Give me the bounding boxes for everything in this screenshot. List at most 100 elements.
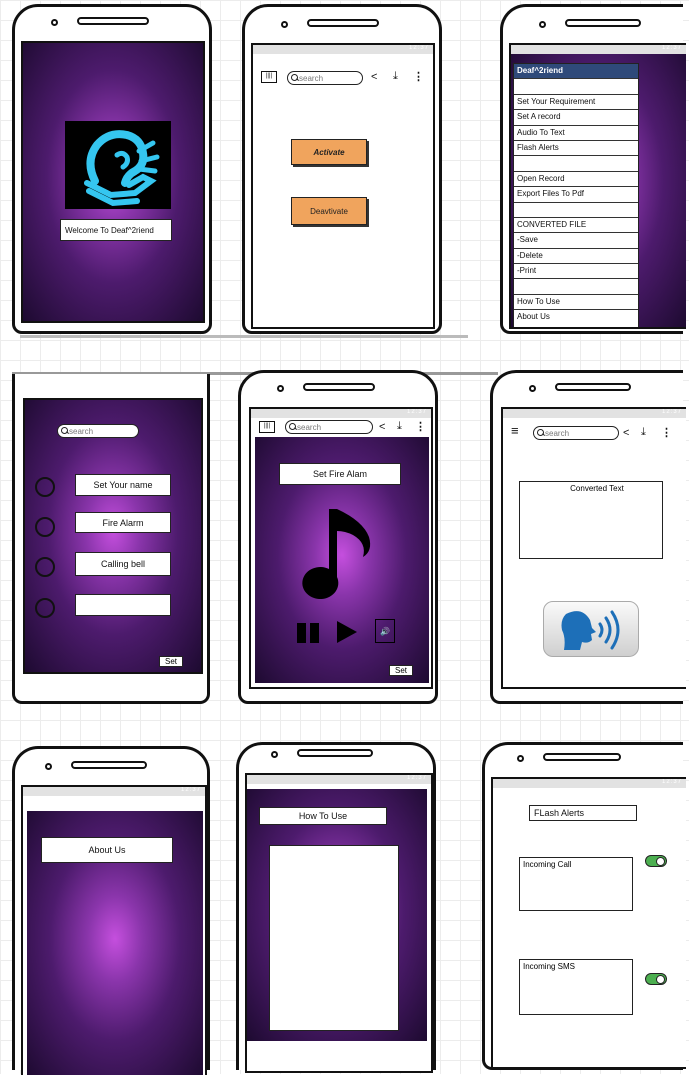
phone-sound-settings: search Set Your name Fire Alarm Calling … xyxy=(12,374,210,704)
camera-icon xyxy=(517,755,524,762)
incoming-sms-toggle[interactable] xyxy=(645,973,667,985)
status-bar: 12:37 xyxy=(493,779,686,788)
menu-item-how-to-use[interactable]: How To Use xyxy=(514,295,638,311)
search-icon xyxy=(537,429,544,436)
welcome-label: Welcome To Deaf^2riend xyxy=(60,219,172,241)
radio-calling-bell[interactable] xyxy=(35,557,55,577)
phone-about-us: 12:37 About Us xyxy=(12,746,210,1075)
about-panel: About Us xyxy=(27,811,203,1075)
menu-item-about-us[interactable]: About Us xyxy=(514,310,638,325)
status-bar: 12:37 xyxy=(511,45,686,54)
more-vert-icon[interactable]: ⋮ xyxy=(661,427,672,439)
option-set-name[interactable]: Set Your name xyxy=(75,474,171,496)
barcode-icon[interactable]: |||| xyxy=(261,71,277,83)
deactivate-button[interactable]: Deavtivate xyxy=(291,197,367,225)
drawer-header: Deaf^2riend xyxy=(514,64,638,80)
radio-fire-alarm[interactable] xyxy=(35,517,55,537)
search-icon xyxy=(61,427,68,434)
incoming-call-toggle[interactable] xyxy=(645,855,667,867)
option-fire-alarm[interactable]: Fire Alarm xyxy=(75,512,171,533)
drawer-spacer xyxy=(514,156,638,172)
share-icon[interactable]: < xyxy=(623,427,629,439)
phone-welcome: Welcome To Deaf^2riend xyxy=(12,4,212,334)
incoming-sms-box[interactable]: Incoming SMS xyxy=(519,959,633,1015)
activate-button[interactable]: Activate xyxy=(291,139,367,165)
share-icon[interactable]: < xyxy=(371,71,377,83)
drawer-spacer xyxy=(514,279,638,295)
radio-set-name[interactable] xyxy=(35,477,55,497)
more-vert-icon[interactable]: ⋮ xyxy=(415,421,426,433)
set-button[interactable]: Set xyxy=(389,665,413,676)
drawer-spacer xyxy=(514,79,638,95)
play-icon[interactable] xyxy=(337,621,357,643)
menu-screen: 12:37 Deaf^2riend Set Your Requirement S… xyxy=(509,43,686,329)
menu-item-converted-file[interactable]: CONVERTED FILE xyxy=(514,218,638,234)
option-custom[interactable] xyxy=(75,594,171,616)
hamburger-menu-icon[interactable]: ≡ xyxy=(511,424,519,437)
navigation-drawer: Deaf^2riend Set Your Requirement Set A r… xyxy=(513,63,639,327)
menu-item-delete[interactable]: -Delete xyxy=(514,249,638,265)
horizontal-scrollbar[interactable] xyxy=(20,335,468,338)
camera-icon xyxy=(271,751,278,758)
menu-item-print[interactable]: -Print xyxy=(514,264,638,280)
speaker-grille xyxy=(303,383,375,391)
audio-file-icon[interactable]: 🔊 xyxy=(375,619,395,643)
camera-icon xyxy=(51,19,58,26)
hands-ear-icon xyxy=(84,130,160,207)
speaker-grille xyxy=(71,761,147,769)
speaker-grille xyxy=(297,749,373,757)
about-us-title: About Us xyxy=(41,837,173,863)
search-input[interactable]: search xyxy=(287,71,363,85)
search-input[interactable]: search xyxy=(285,420,373,434)
fire-alarm-title: Set Fire Alam xyxy=(279,463,401,485)
download-icon[interactable]: ⤓ xyxy=(397,420,402,432)
pause-icon[interactable] xyxy=(297,623,321,643)
barcode-icon[interactable]: |||| xyxy=(259,421,275,433)
menu-item-save[interactable]: -Save xyxy=(514,233,638,249)
converted-text-box[interactable]: Converted Text xyxy=(519,481,663,559)
option-calling-bell[interactable]: Calling bell xyxy=(75,552,171,576)
status-bar: 12:37 xyxy=(503,409,686,418)
phone-fire-alarm: 12:37 |||| search < ⤓ ⋮ Set Fire Alam 🔊 … xyxy=(238,370,438,704)
activate-screen: 12:37 |||| search < ⤓ ⋮ Activate Deavtiv… xyxy=(251,43,435,329)
speaker-grille xyxy=(565,19,641,27)
camera-icon xyxy=(539,21,546,28)
drawer-spacer xyxy=(514,203,638,218)
music-note-icon xyxy=(302,509,371,600)
phone-flash-alerts: 12:37 FLash Alerts Incoming Call Incomin… xyxy=(482,742,686,1070)
radio-custom[interactable] xyxy=(35,598,55,618)
menu-item-export-pdf[interactable]: Export Files To Pdf xyxy=(514,187,638,203)
camera-icon xyxy=(529,385,536,392)
search-input[interactable]: search xyxy=(57,424,139,438)
fire-alarm-screen: 12:37 |||| search < ⤓ ⋮ Set Fire Alam 🔊 … xyxy=(249,407,433,689)
camera-icon xyxy=(277,385,284,392)
download-icon[interactable]: ⤓ xyxy=(641,426,646,438)
more-vert-icon[interactable]: ⋮ xyxy=(413,71,424,83)
menu-item-audio-to-text[interactable]: Audio To Text xyxy=(514,126,638,141)
speaker-grille xyxy=(555,383,631,391)
status-bar: 12:37 xyxy=(247,775,431,784)
menu-item-set-record[interactable]: Set A record xyxy=(514,110,638,126)
menu-item-set-requirement[interactable]: Set Your Requirement xyxy=(514,95,638,111)
set-button[interactable]: Set xyxy=(159,656,183,667)
download-icon[interactable]: ⤓ xyxy=(393,70,398,82)
search-input[interactable]: search xyxy=(533,426,619,440)
incoming-sms-label: Incoming SMS xyxy=(523,962,576,971)
status-bar: 12:37 xyxy=(251,409,431,418)
converted-text-title: Converted Text xyxy=(570,484,624,493)
how-to-use-content[interactable] xyxy=(269,845,399,1031)
phone-menu: 12:37 Deaf^2riend Set Your Requirement S… xyxy=(500,4,686,334)
incoming-call-box[interactable]: Incoming Call xyxy=(519,857,633,911)
sound-settings-screen: search Set Your name Fire Alarm Calling … xyxy=(23,398,203,674)
share-icon[interactable]: < xyxy=(379,421,385,433)
speaker-grille xyxy=(543,753,621,761)
speaker-grille xyxy=(77,17,149,25)
incoming-call-label: Incoming Call xyxy=(523,860,572,869)
app-logo xyxy=(65,121,171,209)
phone-how-to-use: 12:37 How To Use xyxy=(236,742,436,1073)
menu-item-open-record[interactable]: Open Record xyxy=(514,172,638,188)
camera-icon xyxy=(281,21,288,28)
status-bar: 12:37 xyxy=(23,787,205,796)
speech-button[interactable] xyxy=(543,601,639,657)
menu-item-flash-alerts[interactable]: Flash Alerts xyxy=(514,141,638,157)
